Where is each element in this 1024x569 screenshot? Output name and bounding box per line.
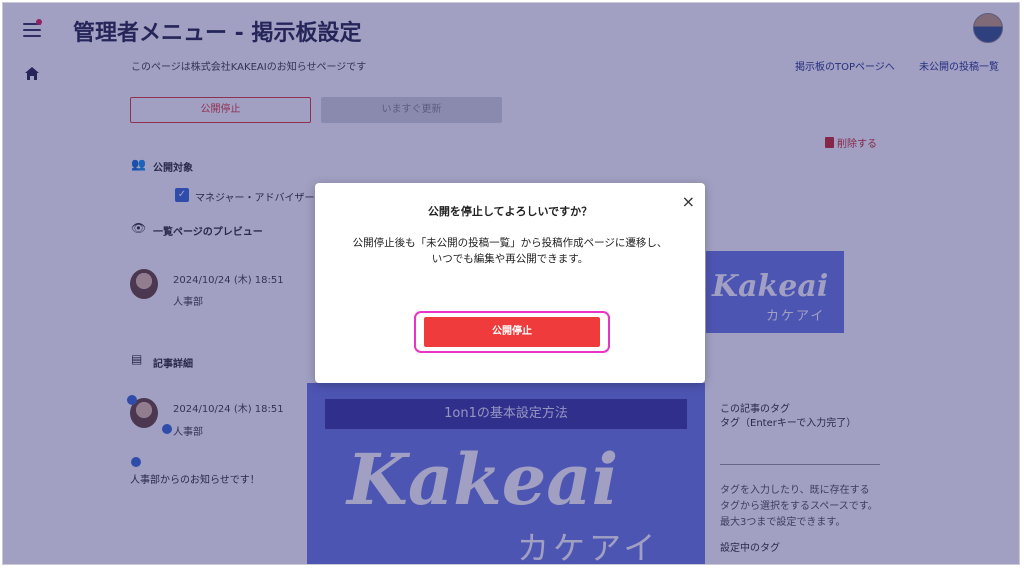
close-icon[interactable]: × [682, 192, 695, 211]
confirm-unpublish-button[interactable]: 公開停止 [424, 317, 600, 347]
dialog-message-line: 公開停止後も「未公開の投稿一覧」から投稿作成ページに遷移し、 [352, 237, 668, 249]
dialog-title: 公開を停止してよろしいですか？ [427, 205, 593, 218]
app-window: 管理者メニュー - 掲示板設定 このページは株式会社KAKEAIのお知らせページ… [2, 2, 1020, 565]
dialog-message: 公開停止後も「未公開の投稿一覧」から投稿作成ページに遷移し、 いつでも編集や再公… [315, 235, 705, 267]
dialog-message-line: いつでも編集や再公開できます。 [431, 253, 589, 265]
confirm-dialog: 公開を停止してよろしいですか？ × 公開停止後も「未公開の投稿一覧」から投稿作成… [315, 183, 705, 383]
